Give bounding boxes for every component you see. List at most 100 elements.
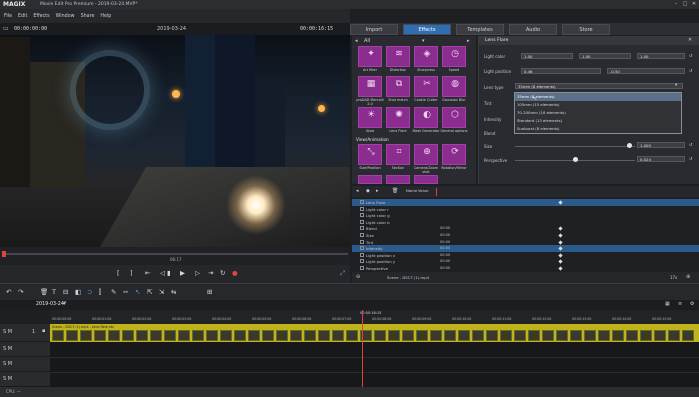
timeline-playhead[interactable] — [362, 310, 363, 387]
tab-audio[interactable]: Audio — [509, 24, 557, 35]
perspective-slider-knob[interactable] — [573, 157, 578, 162]
monitor-icon[interactable]: ▭ — [3, 25, 9, 32]
lock-icon[interactable]: ▪ — [42, 328, 45, 334]
keyframe-marker[interactable] — [558, 200, 563, 205]
brush-icon[interactable]: ✎ — [111, 288, 116, 296]
back-icon[interactable]: ◂ — [355, 38, 358, 44]
keyframe-checkbox[interactable] — [360, 206, 364, 211]
scrub-handle[interactable] — [2, 251, 6, 257]
record-icon[interactable]: ● — [232, 269, 238, 279]
chapter-icon[interactable]: ⊟ — [63, 288, 68, 296]
keyframe-checkbox[interactable] — [360, 239, 364, 244]
effect-speed[interactable]: ◷ — [442, 46, 466, 67]
track-sm-buttons[interactable]: S M — [3, 346, 12, 352]
tab-import[interactable]: Import — [350, 24, 398, 35]
size-slider-knob[interactable] — [627, 143, 632, 148]
dropdown-option[interactable]: Standard (13 elements) — [517, 118, 562, 123]
prev-marker-icon[interactable]: ⇤ — [145, 269, 150, 279]
multi-select-icon[interactable]: ⇱ — [147, 288, 152, 296]
menu-help[interactable]: Help — [100, 14, 111, 19]
timeline-ruler[interactable]: 00:00:16:15 00:00:00:00 00:00:01:00 00:00:… — [50, 310, 699, 324]
keyframe-prev-icon[interactable]: ◂ — [356, 188, 359, 194]
loop-icon[interactable]: ↻ — [220, 269, 225, 279]
play-icon[interactable]: ▶ — [180, 269, 185, 279]
prev-frame-icon[interactable]: ◁ — [160, 269, 165, 279]
reset-icon[interactable]: ↺ — [689, 156, 692, 161]
video-preview[interactable] — [0, 35, 350, 247]
keyframe-checkbox[interactable] — [360, 226, 364, 231]
effect-shot-match[interactable]: ⧉ — [386, 76, 410, 97]
reset-icon[interactable]: ↺ — [689, 142, 692, 147]
reset-icon[interactable]: ↺ — [689, 53, 692, 58]
keyframe-marker[interactable] — [558, 226, 563, 232]
light-color-r-field[interactable]: 1.00 — [521, 53, 573, 59]
keyframe-row[interactable]: Perspective 00:00 — [352, 265, 699, 272]
preview-scrubber[interactable]: 06:17 — [0, 247, 350, 265]
effect-glow[interactable]: ☀ — [358, 107, 382, 128]
keyframe-marker[interactable] — [558, 266, 563, 271]
snapshot-icon[interactable]: ⊞ — [207, 288, 212, 296]
reset-icon[interactable]: ↺ — [689, 68, 692, 73]
lens-type-select[interactable]: 35mm (8 elements) — [515, 83, 683, 89]
keyframe-marker[interactable] — [558, 253, 563, 258]
keyframe-checkbox[interactable] — [360, 213, 364, 218]
keyframe-marker[interactable] — [558, 246, 563, 251]
keyframe-checkbox[interactable] — [360, 219, 364, 224]
stop-icon[interactable]: ▮ — [167, 269, 171, 279]
size-slider[interactable] — [515, 146, 635, 147]
mark-in-icon[interactable]: [ — [117, 269, 120, 279]
track-sm-buttons[interactable]: S M — [3, 361, 12, 367]
storyboard-icon[interactable]: ▦ — [665, 301, 670, 307]
menu-window[interactable]: Window — [56, 14, 75, 19]
project-tab[interactable]: 2019-03-24* — [36, 302, 66, 307]
effect-tile-partial[interactable] — [358, 175, 382, 184]
effect-tile-partial[interactable] — [386, 175, 410, 184]
forward-icon[interactable]: ▸ — [467, 38, 470, 44]
undo-icon[interactable]: ↶ — [6, 288, 11, 296]
close-icon[interactable]: ✕ — [690, 1, 698, 8]
mark-out-icon[interactable]: ] — [130, 269, 133, 279]
maximize-icon[interactable]: □ — [681, 1, 689, 8]
effect-sharpness[interactable]: ◈ — [414, 46, 438, 67]
link-icon[interactable]: ⊃ — [87, 288, 92, 296]
close-icon[interactable]: ✕ — [688, 37, 692, 43]
size-field[interactable]: 1.000 — [637, 142, 685, 148]
light-position-x-field[interactable]: 0.46 — [521, 68, 601, 74]
effect-cookie-cutter[interactable]: ✂ — [414, 76, 438, 97]
effect-distortion[interactable]: ≋ — [386, 46, 410, 67]
range-icon[interactable]: ⇲ — [159, 288, 164, 296]
track-sm-buttons[interactable]: S M — [3, 329, 12, 335]
redo-icon[interactable]: ↷ — [18, 288, 23, 296]
chevron-down-icon[interactable]: ▾ — [422, 38, 425, 44]
dropdown-option[interactable]: 70-200mm (16 elements) — [517, 110, 566, 115]
tab-store[interactable]: Store — [562, 24, 610, 35]
video-clip[interactable] — [50, 324, 699, 342]
menu-share[interactable]: Share — [81, 14, 95, 19]
effects-filter[interactable]: All — [364, 38, 370, 44]
keyframe-marker[interactable] — [558, 259, 563, 265]
track-sm-buttons[interactable]: S M — [3, 376, 12, 382]
dropdown-option[interactable]: Sunburst (8 elements) — [517, 126, 560, 131]
zoom-out-icon[interactable]: ⊖ — [356, 274, 360, 280]
trash-icon[interactable]: 🗑 — [40, 288, 48, 296]
slip-icon[interactable]: ⇆ — [171, 288, 176, 296]
effect-size-position[interactable]: ⤡ — [358, 144, 382, 165]
keyframe-checkbox[interactable] — [360, 252, 364, 257]
effect-tile-partial[interactable] — [414, 175, 438, 184]
perspective-field[interactable]: 0.024 — [637, 156, 685, 162]
effect-general-options[interactable]: ⬡ — [442, 107, 466, 128]
keyframe-marker[interactable] — [558, 239, 563, 245]
light-color-g-field[interactable]: 1.00 — [579, 53, 631, 59]
fullscreen-icon[interactable]: ⤢ — [340, 269, 345, 279]
split-icon[interactable]: ⇿ — [123, 288, 128, 296]
next-marker-icon[interactable]: ⇥ — [208, 269, 213, 279]
effect-art-filter[interactable]: ✦ — [358, 46, 382, 67]
tab-effects[interactable]: Effects — [403, 24, 451, 35]
menu-file[interactable]: File — [4, 14, 12, 19]
pointer-icon[interactable]: ↖ — [135, 288, 140, 296]
keyframe-checkbox[interactable] — [360, 246, 364, 251]
keyframe-checkbox[interactable] — [360, 200, 364, 204]
chevron-down-icon[interactable]: ▾ — [63, 301, 66, 307]
empty-tracks[interactable] — [50, 342, 699, 387]
delete-icon[interactable]: 🗑 — [392, 188, 398, 194]
